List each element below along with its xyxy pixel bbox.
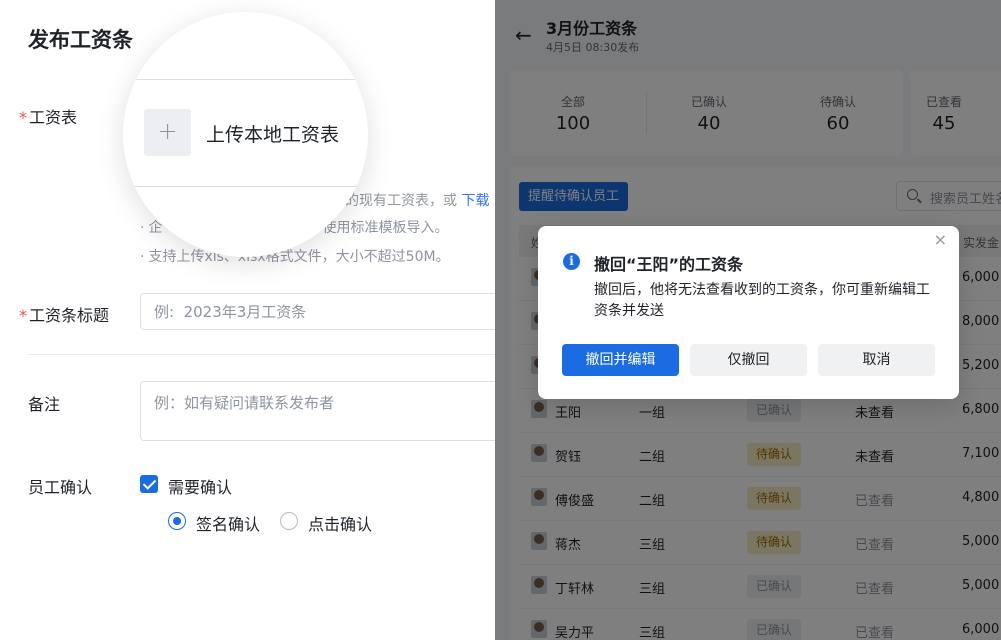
sign-confirm-radio[interactable] (168, 512, 186, 530)
require-confirm-checkbox[interactable] (140, 475, 158, 493)
publish-payslip-form: 发布工资条 * 工资表 的现有工资表，或 下载 · 企使用标准模板导入。 · 支持上传… (0, 0, 495, 640)
required-mark: * (19, 108, 27, 127)
divider (123, 186, 368, 187)
upload-magnifier: + 上传本地工资表 (123, 12, 368, 257)
divider (123, 79, 368, 80)
click-confirm-radio[interactable] (280, 512, 298, 530)
remark-label: 备注 (28, 395, 61, 414)
hint-line-1: 的现有工资表，或 下载 (345, 193, 490, 209)
confirm-label: 员工确认 (28, 478, 93, 497)
withdraw-edit-button[interactable]: 撤回并编辑 (562, 344, 679, 376)
cancel-button[interactable]: 取消 (818, 344, 935, 376)
info-icon: i (563, 253, 580, 270)
upload-local-sheet-label[interactable]: 上传本地工资表 (206, 120, 339, 147)
withdraw-dialog: × i 撤回“王阳”的工资条 撤回后，他将无法查看收到的工资条，你可重新编辑工资… (538, 226, 959, 399)
dialog-message: 撤回后，他将无法查看收到的工资条，你可重新编辑工资条并发送 (594, 282, 930, 319)
withdraw-only-button[interactable]: 仅撤回 (690, 344, 807, 376)
dialog-title: 撤回“王阳”的工资条 (594, 255, 744, 274)
hint-line-3: · 支持上传xls、xlsx格式文件，大小不超过50M。 (140, 249, 450, 265)
divider (28, 354, 495, 355)
click-confirm-label[interactable]: 点击确认 (308, 511, 372, 535)
title-field-label: * 工资条标题 (19, 306, 110, 325)
salary-sheet-label: * 工资表 (19, 108, 78, 127)
page-title: 发布工资条 (28, 28, 133, 52)
download-template-link[interactable]: 下载 (461, 193, 489, 209)
sign-confirm-label[interactable]: 签名确认 (196, 511, 260, 535)
title-input[interactable] (140, 293, 495, 330)
close-icon[interactable]: × (934, 230, 947, 249)
remark-input[interactable] (140, 381, 495, 441)
upload-plus-button[interactable]: + (144, 109, 191, 156)
required-mark: * (19, 306, 27, 325)
require-confirm-label[interactable]: 需要确认 (168, 474, 232, 498)
